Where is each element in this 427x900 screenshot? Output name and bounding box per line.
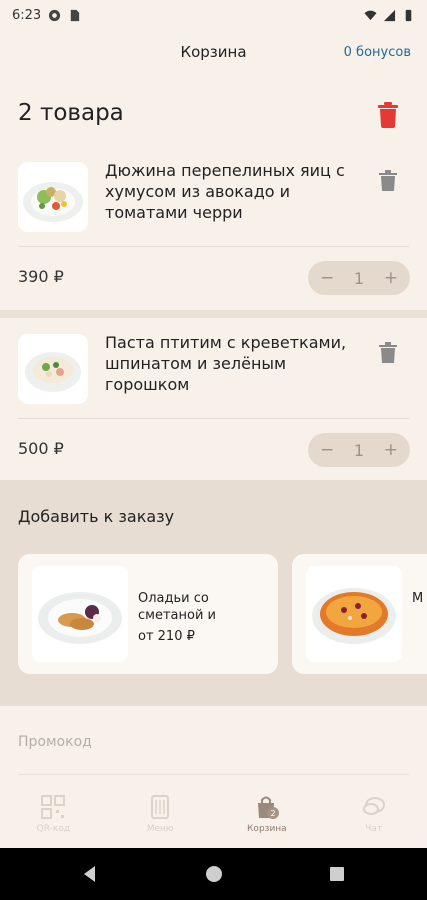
home-icon[interactable]: [204, 864, 224, 884]
add-to-order-section: Добавить к заказу Оладьи со сметаной и о…: [0, 480, 427, 706]
status-bar: 6:23: [0, 0, 427, 30]
tab-label: QR-код: [36, 824, 71, 834]
item-name: Дюжина перепелиных яиц с хумусом из авок…: [105, 161, 345, 222]
tab-label: Корзина: [247, 824, 287, 834]
card-name: М се: [412, 591, 427, 606]
decrease-button[interactable]: −: [320, 268, 334, 288]
cart-item: Дюжина перепелиных яиц с хумусом из авок…: [0, 150, 427, 310]
dish-image: [32, 566, 128, 662]
card-price: от 210 ₽: [138, 629, 195, 644]
tab-label: Меню: [146, 824, 174, 834]
section-title: Добавить к заказу: [18, 507, 175, 526]
section-divider: [0, 310, 427, 318]
bottom-tab-bar: QR-код Меню 2 Корзина Чат: [0, 786, 427, 848]
system-nav-bar: [0, 848, 427, 900]
quantity-stepper: − 1 +: [308, 433, 410, 467]
tab-qr[interactable]: QR-код: [0, 786, 107, 848]
divider: [18, 418, 409, 419]
item-name: Паста птитим с креветками, шпинатом и зе…: [105, 333, 347, 394]
status-time: 6:23: [12, 7, 42, 23]
cart-count-title: 2 товара: [18, 100, 124, 126]
tab-cart[interactable]: 2 Корзина: [214, 786, 321, 848]
back-icon[interactable]: [80, 864, 100, 884]
quantity-value: 1: [353, 440, 365, 460]
notification-icon: [49, 9, 61, 21]
signal-icon: [383, 9, 396, 21]
dish-image: [306, 566, 402, 662]
bonus-link[interactable]: 0 бонусов: [344, 45, 411, 60]
quantity-value: 1: [353, 268, 365, 288]
remove-item-trash-icon[interactable]: [378, 170, 398, 192]
promo-underline: [18, 774, 409, 775]
menu-icon: [151, 795, 170, 819]
item-price: 390 ₽: [18, 267, 64, 286]
tab-menu[interactable]: Меню: [107, 786, 214, 848]
item-price: 500 ₽: [18, 439, 64, 458]
quantity-stepper: − 1 +: [308, 261, 410, 295]
chat-icon: [362, 797, 385, 815]
increase-button[interactable]: +: [384, 440, 398, 460]
cart-bag-icon: 2: [257, 796, 279, 819]
promo-code-input[interactable]: Промокод: [18, 734, 92, 750]
remove-item-trash-icon[interactable]: [378, 342, 398, 364]
cart-badge: 2: [270, 809, 275, 818]
upsell-card[interactable]: Оладьи со сметаной и от 210 ₽: [18, 554, 278, 674]
tab-label: Чат: [365, 824, 383, 834]
header: Корзина 0 бонусов: [0, 38, 427, 68]
divider: [18, 246, 409, 247]
dish-image: [18, 162, 88, 232]
recents-icon[interactable]: [327, 864, 347, 884]
dish-image: [18, 334, 88, 404]
clear-cart-trash-icon[interactable]: [376, 102, 400, 128]
qr-code-icon: [41, 795, 66, 819]
battery-icon: [405, 9, 412, 21]
cart-item: Паста птитим с креветками, шпинатом и зе…: [0, 318, 427, 480]
sim-card-icon: [70, 9, 80, 21]
wifi-icon: [364, 10, 377, 20]
upsell-card[interactable]: М се: [292, 554, 427, 674]
decrease-button[interactable]: −: [320, 440, 334, 460]
tab-chat[interactable]: Чат: [320, 786, 427, 848]
card-name: Оладьи со сметаной и: [138, 591, 216, 623]
increase-button[interactable]: +: [384, 268, 398, 288]
